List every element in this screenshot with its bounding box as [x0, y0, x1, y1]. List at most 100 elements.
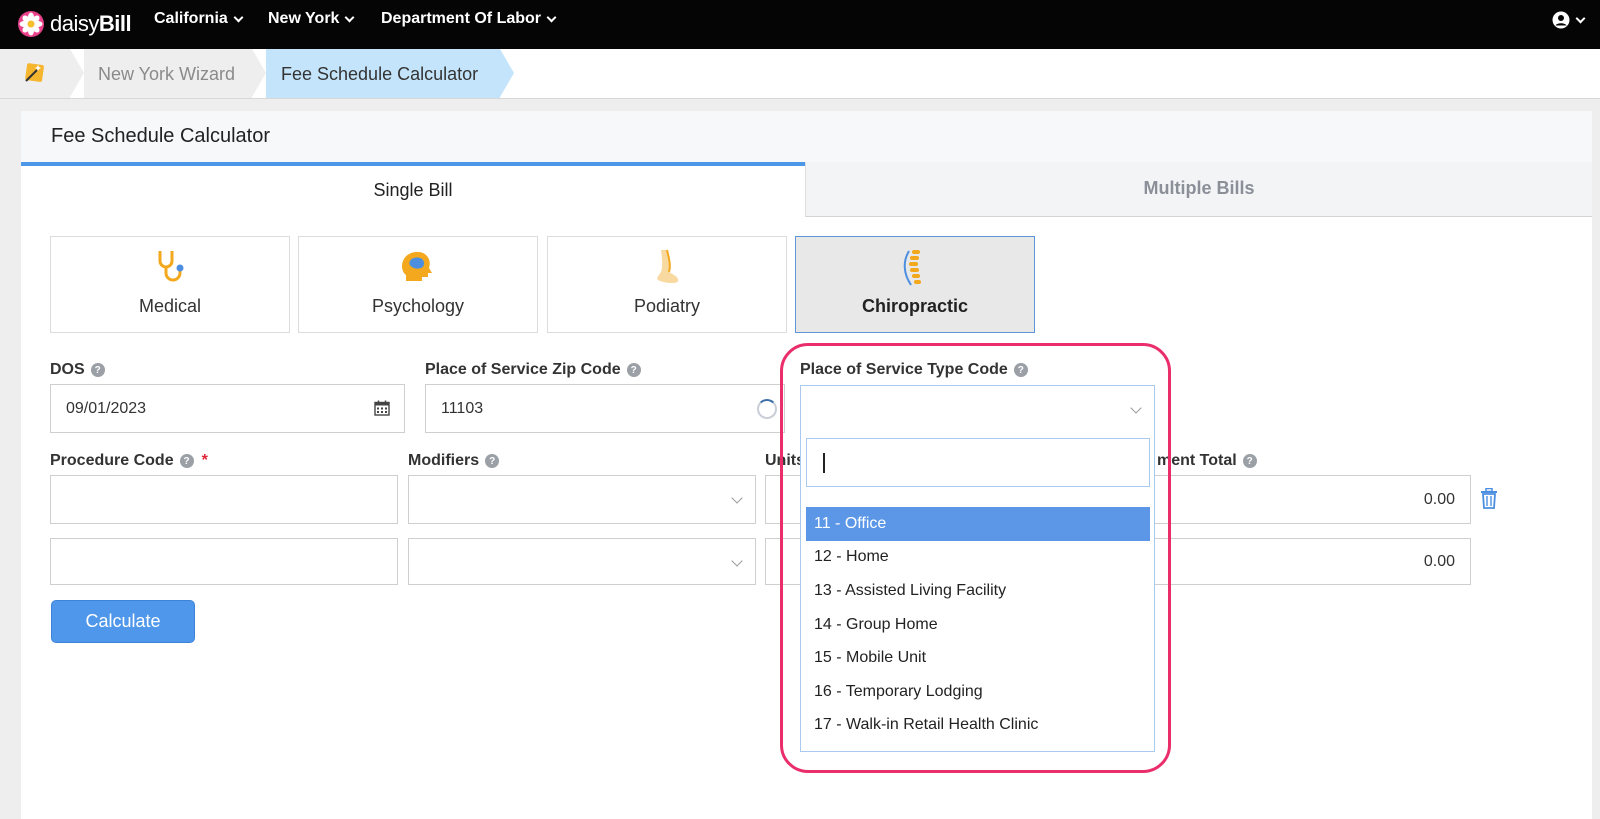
specialty-podiatry[interactable]: Podiatry [547, 236, 787, 333]
user-menu[interactable] [1552, 11, 1586, 29]
tab-single-bill[interactable]: Single Bill [21, 162, 805, 217]
chevron-down-icon [731, 492, 743, 504]
chevron-down-icon [1130, 402, 1142, 414]
specialty-psychology[interactable]: Psychology [298, 236, 538, 333]
calculate-button-label: Calculate [85, 611, 161, 631]
procedure-code-label: Procedure Code? * [50, 452, 208, 470]
dos-value: 09/01/2023 [66, 399, 147, 417]
top-navbar: daisyBill California New York Department… [0, 0, 1600, 49]
modifiers-select[interactable] [408, 538, 756, 585]
brand-logo[interactable]: daisyBill [17, 7, 132, 41]
calendar-icon[interactable] [374, 400, 390, 416]
procedure-code-label-text: Procedure Code [50, 452, 174, 469]
pos-type-search-input[interactable] [806, 438, 1150, 487]
procedure-code-input[interactable] [50, 475, 398, 524]
calculate-button[interactable]: Calculate [51, 600, 195, 643]
specialty-chiropractic[interactable]: Chiropractic [795, 236, 1035, 333]
pos-type-options: 11 - Office 12 - Home 13 - Assisted Livi… [806, 507, 1150, 742]
tab-single-bill-label: Single Bill [373, 180, 453, 200]
dos-input[interactable]: 09/01/2023 [50, 384, 405, 433]
chevron-down-icon [731, 555, 743, 567]
breadcrumb-home-arrow [70, 49, 84, 97]
pos-option-label: 12 - Home [814, 548, 889, 566]
text-caret [823, 453, 825, 473]
specialty-podiatry-label: Podiatry [633, 296, 701, 316]
payment-total-input[interactable]: 0.00 [1151, 538, 1471, 585]
brand-name: daisyBill [50, 11, 132, 37]
modifiers-label: Modifiers? [408, 452, 500, 470]
specialty-medical[interactable]: Medical [50, 236, 290, 333]
pos-option[interactable]: 14 - Group Home [806, 608, 1150, 642]
payment-total-label: ment Total? [1157, 452, 1257, 470]
pos-option[interactable]: 16 - Temporary Lodging [806, 675, 1150, 709]
zip-label-text: Place of Service Zip Code [425, 361, 621, 378]
dos-label-text: DOS [50, 361, 85, 378]
tab-multiple-bills-label: Multiple Bills [1143, 178, 1255, 198]
trash-icon[interactable] [1480, 488, 1498, 509]
nav-california[interactable]: California [154, 10, 244, 28]
help-icon[interactable]: ? [485, 454, 500, 468]
pos-option-label: 17 - Walk-in Retail Health Clinic [814, 716, 1039, 734]
spine-icon [903, 250, 921, 286]
nav-new-york[interactable]: New York [268, 10, 355, 28]
pos-option[interactable]: 15 - Mobile Unit [806, 641, 1150, 675]
user-circle-icon [1552, 11, 1570, 29]
nav-dol-label: Department Of Labor [381, 10, 542, 27]
breadcrumb-fee-schedule-calculator-label[interactable]: Fee Schedule Calculator [281, 64, 478, 85]
pos-option[interactable]: 11 - Office [806, 507, 1150, 541]
breadcrumb-arrow [500, 49, 514, 97]
help-icon[interactable]: ? [179, 454, 194, 468]
calculator-card: Fee Schedule Calculator Single Bill Mult… [21, 111, 1592, 819]
chevron-down-icon [344, 12, 355, 22]
chevron-down-icon [1575, 13, 1586, 23]
brain-head-icon [402, 251, 432, 281]
units-label: Units [765, 452, 805, 470]
modifiers-select[interactable] [408, 475, 756, 524]
payment-total-value: 0.00 [1423, 490, 1455, 508]
pos-option-label: 14 - Group Home [814, 615, 938, 633]
pos-option-label: 15 - Mobile Unit [814, 649, 927, 667]
breadcrumb-new-york-wizard-label[interactable]: New York Wizard [98, 64, 235, 85]
stethoscope-icon [158, 251, 184, 282]
help-icon[interactable]: ? [90, 363, 105, 377]
brand-name-bold: Bill [98, 11, 132, 36]
chevron-down-icon [546, 12, 557, 22]
brand-name-light: daisy [50, 11, 99, 36]
specialty-medical-label: Medical [138, 296, 202, 316]
breadcrumb-arrow [252, 49, 266, 97]
pos-option-label: 13 - Assisted Living Facility [814, 581, 1007, 599]
foot-icon [657, 249, 679, 283]
breadcrumb: New York Wizard Fee Schedule Calculator [0, 49, 1600, 99]
pos-type-label-text: Place of Service Type Code [800, 361, 1008, 378]
payment-total-value: 0.00 [1423, 552, 1455, 570]
chevron-down-icon [233, 12, 244, 22]
loading-spinner-icon [757, 399, 777, 419]
daisy-logo-icon [18, 11, 44, 37]
payment-total-input[interactable]: 0.00 [1151, 475, 1471, 524]
modifiers-label-text: Modifiers [408, 452, 480, 469]
pos-type-select[interactable] [801, 386, 1154, 433]
help-icon[interactable]: ? [1242, 454, 1257, 468]
pos-option-label: 11 - Office [814, 514, 887, 532]
page-title: Fee Schedule Calculator [51, 125, 271, 147]
zip-label: Place of Service Zip Code? [425, 361, 641, 379]
help-icon[interactable]: ? [1013, 363, 1028, 377]
pos-option-label: 16 - Temporary Lodging [814, 682, 983, 700]
pos-type-dropdown[interactable]: 11 - Office 12 - Home 13 - Assisted Livi… [800, 385, 1155, 752]
payment-total-label-text: ment Total [1157, 452, 1237, 469]
required-mark: * [201, 452, 208, 469]
pos-option[interactable]: 13 - Assisted Living Facility [806, 574, 1150, 608]
zip-input[interactable]: 11103 [425, 384, 785, 433]
specialty-psychology-label: Psychology [371, 296, 465, 316]
nav-department-of-labor[interactable]: Department Of Labor [381, 10, 557, 28]
dos-label: DOS? [50, 361, 105, 379]
pos-type-label: Place of Service Type Code? [800, 361, 1028, 379]
specialty-chiropractic-label: Chiropractic [861, 296, 969, 316]
nav-california-label: California [154, 10, 228, 27]
tab-multiple-bills[interactable]: Multiple Bills [805, 162, 1592, 217]
pos-option[interactable]: 12 - Home [806, 541, 1150, 575]
pos-option[interactable]: 17 - Walk-in Retail Health Clinic [806, 709, 1150, 743]
zip-value: 11103 [441, 399, 484, 417]
help-icon[interactable]: ? [626, 363, 641, 377]
procedure-code-input[interactable] [50, 538, 398, 585]
